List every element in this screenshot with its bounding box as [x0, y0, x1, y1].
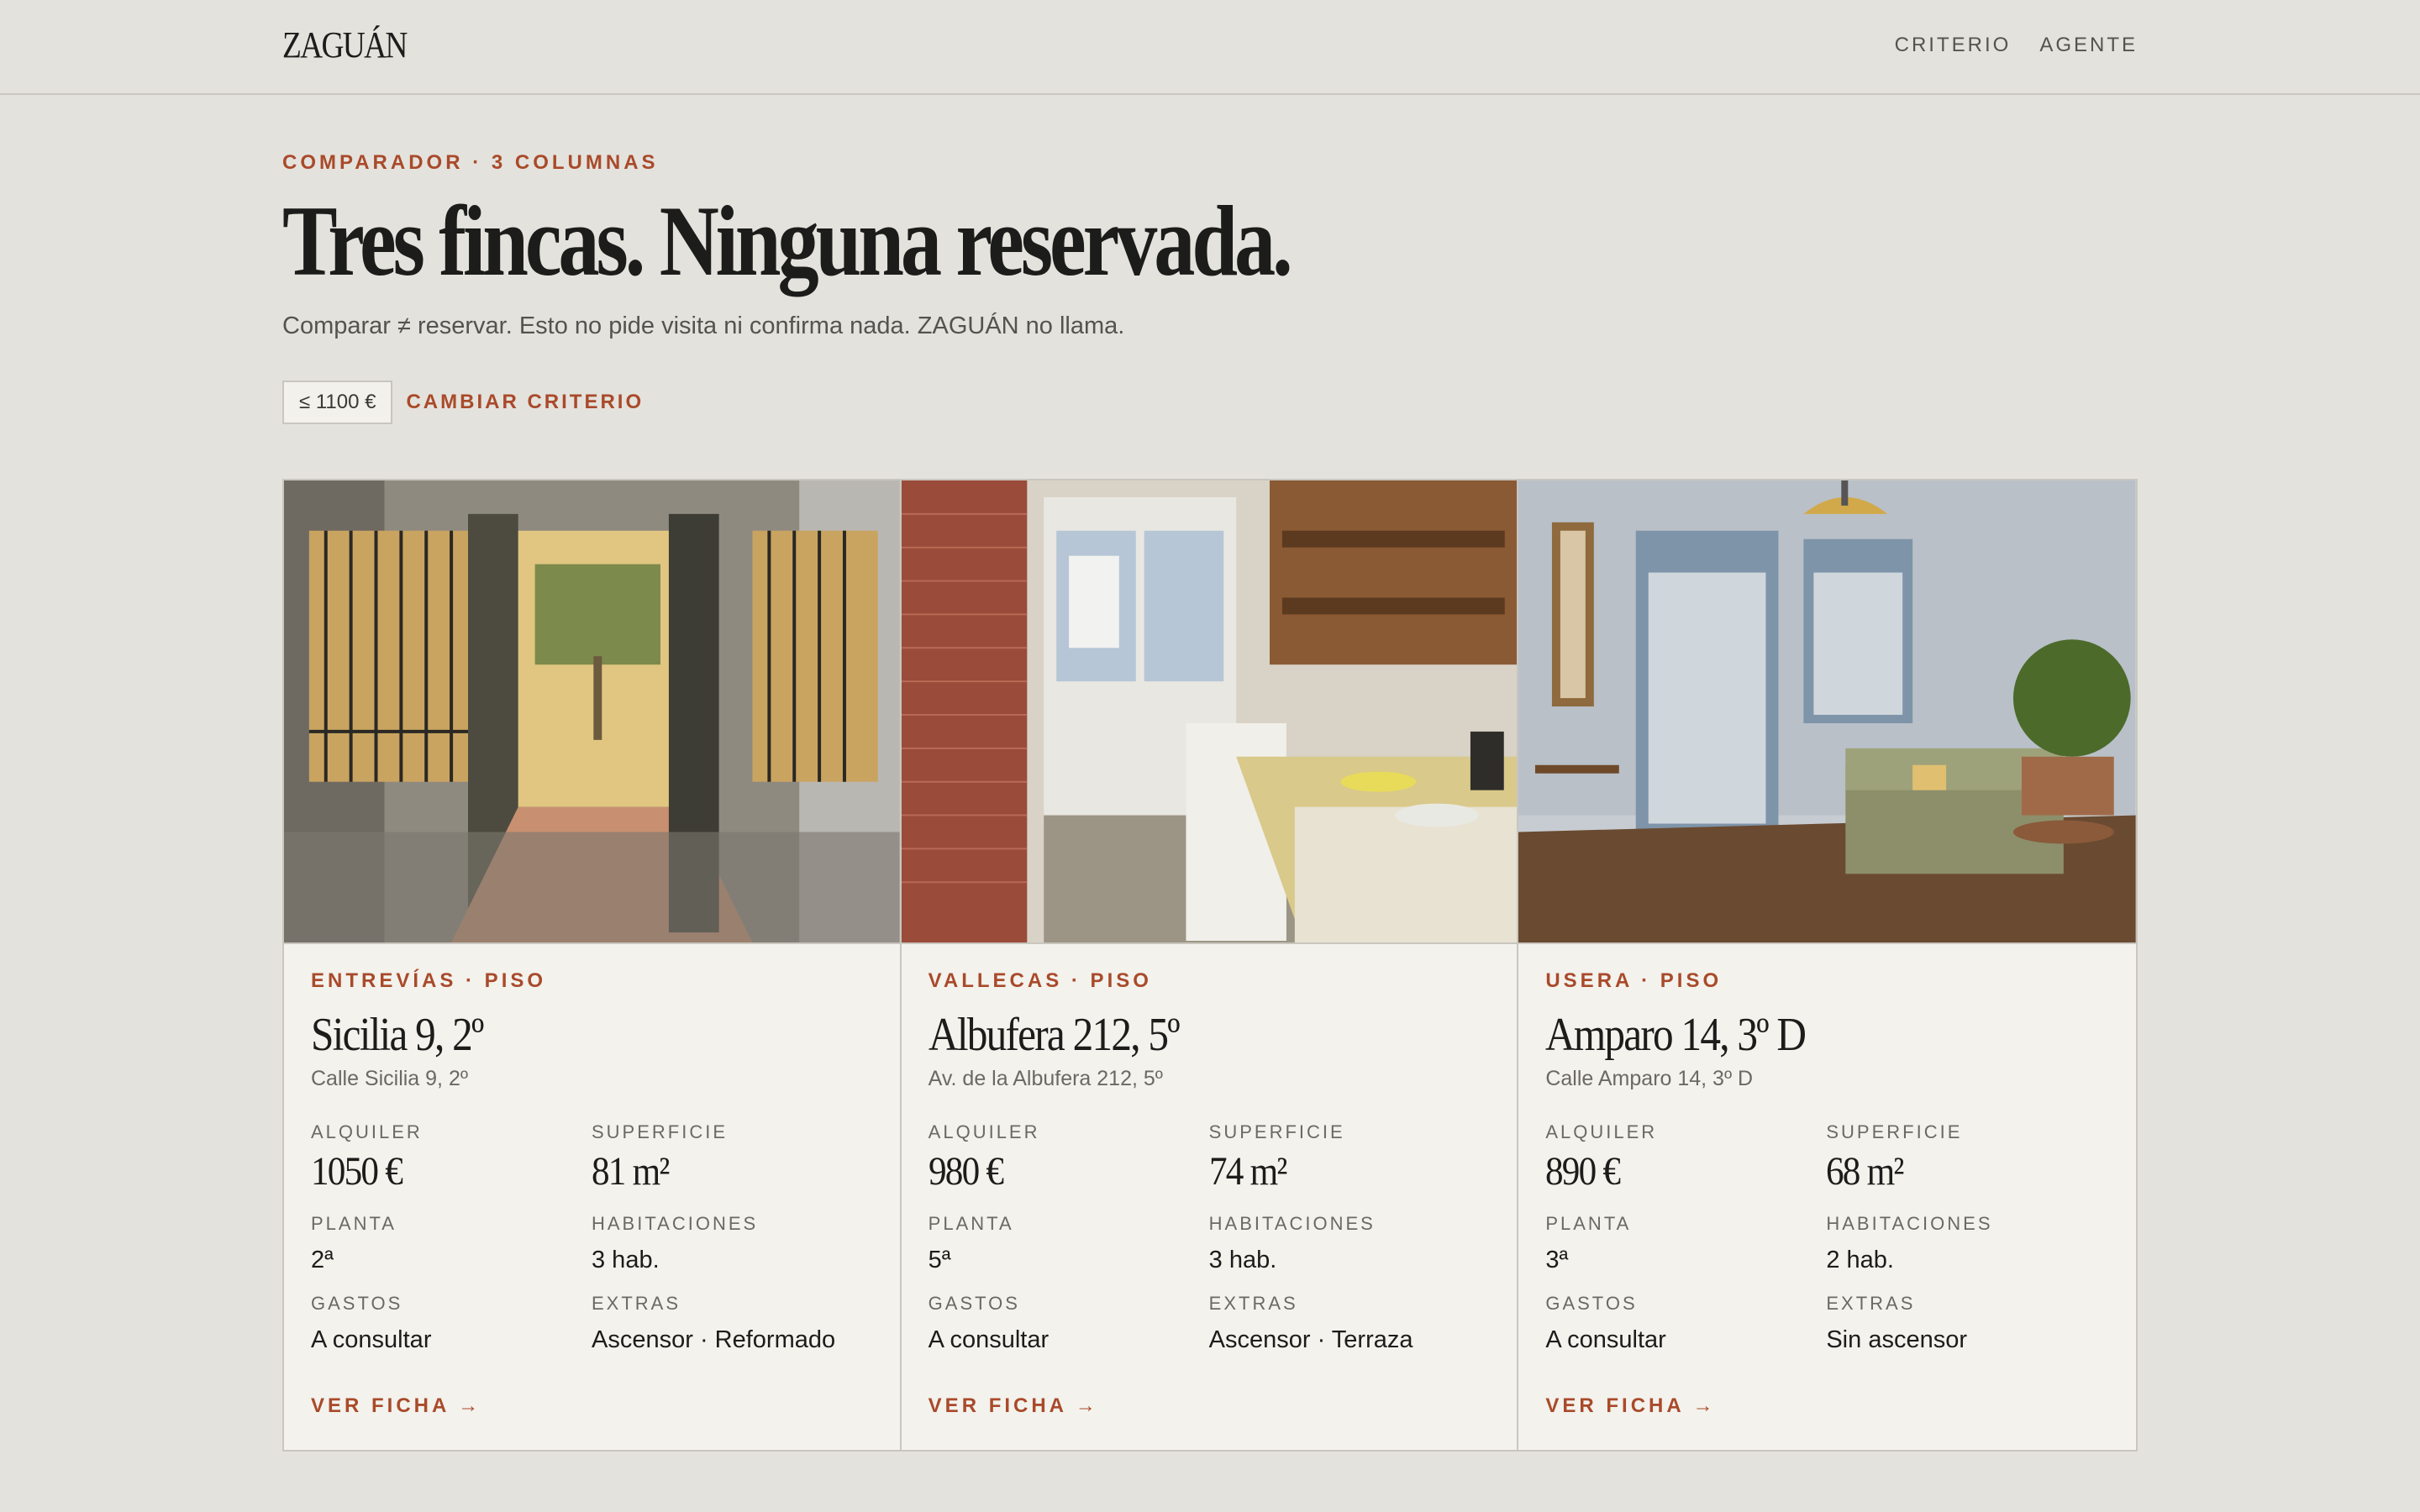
fact-value: 1050 €	[311, 1149, 403, 1194]
card-address: Av. de la Albufera 212, 5º	[928, 1067, 1163, 1090]
fact-value: 2 hab.	[1826, 1247, 1894, 1273]
fact-label: ALQUILER	[1545, 1121, 1658, 1142]
fact-label: GASTOS	[311, 1293, 403, 1314]
fact-surface: SUPERFICIE 74 m²	[1209, 1121, 1490, 1194]
courtyard-doorway-photo	[284, 480, 900, 944]
fact-floor: PLANTA 5ª	[929, 1213, 1209, 1274]
fact-extras: EXTRAS Sin ascensor	[1826, 1293, 2107, 1354]
view-listing-link[interactable]: VER FICHA →	[1545, 1394, 1716, 1418]
card-address: Calle Amparo 14, 3º D	[1545, 1067, 1754, 1090]
page-eyebrow: COMPARADOR · 3 COLUMNAS	[282, 151, 659, 174]
fact-value: 68 m²	[1826, 1149, 1904, 1194]
fact-label: HABITACIONES	[1826, 1213, 1993, 1234]
budget-chip: ≤ 1100 €	[282, 381, 393, 424]
living-room-photo	[1518, 480, 2137, 944]
fact-value: A consultar	[311, 1326, 432, 1353]
card-body: VALLECAS · PISO Albufera 212, 5º Av. de …	[929, 969, 1491, 1354]
comparison-grid: ENTREVÍAS · PISO Sicilia 9, 2º Calle Sic…	[282, 479, 2138, 1452]
fact-value: A consultar	[1545, 1326, 1666, 1353]
fact-fees: GASTOS A consultar	[311, 1293, 592, 1354]
nav-agente[interactable]: AGENTE	[2039, 34, 2138, 57]
fact-value: Ascensor · Reformado	[592, 1326, 836, 1353]
change-criteria-link[interactable]: CAMBIAR CRITERIO	[406, 391, 644, 414]
card-title: Albufera 212, 5º	[928, 1009, 1181, 1061]
view-listing-link[interactable]: VER FICHA →	[929, 1394, 1099, 1418]
card-body: ENTREVÍAS · PISO Sicilia 9, 2º Calle Sic…	[311, 969, 873, 1354]
fact-surface: SUPERFICIE 68 m²	[1826, 1121, 2107, 1194]
fact-label: SUPERFICIE	[1826, 1121, 1963, 1142]
card-area: USERA · PISO	[1545, 969, 1723, 992]
fact-rooms: HABITACIONES 3 hab.	[1209, 1213, 1490, 1274]
fact-label: ALQUILER	[311, 1121, 423, 1142]
fact-label: HABITACIONES	[1208, 1213, 1376, 1234]
property-card: VALLECAS · PISO Albufera 212, 5º Av. de …	[901, 480, 1519, 1450]
property-card: USERA · PISO Amparo 14, 3º D Calle Ampar…	[1518, 480, 2137, 1450]
nav-criterio[interactable]: CRITERIO	[1895, 34, 2012, 57]
view-listing-link[interactable]: VER FICHA →	[311, 1394, 481, 1418]
fact-fees: GASTOS A consultar	[929, 1293, 1209, 1354]
card-address: Calle Sicilia 9, 2º	[311, 1067, 468, 1090]
fact-rooms: HABITACIONES 3 hab.	[592, 1213, 872, 1274]
fact-value: 890 €	[1545, 1149, 1621, 1194]
kitchen-photo	[901, 480, 1518, 944]
fact-label: GASTOS	[1545, 1293, 1638, 1314]
card-area: VALLECAS · PISO	[928, 969, 1152, 992]
fact-label: EXTRAS	[1826, 1293, 1916, 1314]
fact-value: Ascensor · Terraza	[1208, 1326, 1413, 1353]
property-card: ENTREVÍAS · PISO Sicilia 9, 2º Calle Sic…	[284, 480, 902, 1450]
fact-value: 3 hab.	[1208, 1247, 1277, 1273]
fact-value: A consultar	[928, 1326, 1050, 1353]
card-body: USERA · PISO Amparo 14, 3º D Calle Ampar…	[1545, 969, 2109, 1354]
fact-value: 980 €	[928, 1149, 1004, 1194]
fact-label: PLANTA	[1545, 1213, 1632, 1234]
fact-label: PLANTA	[928, 1213, 1014, 1234]
card-facts: ALQUILER 890 € SUPERFICIE 68 m² PLANTA 3…	[1545, 1121, 2109, 1354]
fact-label: SUPERFICIE	[592, 1121, 729, 1142]
fact-floor: PLANTA 2ª	[311, 1213, 592, 1274]
fact-value: 2ª	[311, 1247, 334, 1273]
site-header: ZAGUÁN CRITERIO AGENTE	[0, 0, 2420, 95]
fact-value: Sin ascensor	[1826, 1326, 1967, 1353]
fact-value: 81 m²	[592, 1149, 670, 1194]
fact-floor: PLANTA 3ª	[1545, 1213, 1826, 1274]
fact-value: 3ª	[1545, 1247, 1569, 1273]
card-title: Sicilia 9, 2º	[311, 1009, 484, 1061]
fact-label: PLANTA	[311, 1213, 397, 1234]
fact-label: ALQUILER	[928, 1121, 1040, 1142]
card-title: Amparo 14, 3º D	[1545, 1009, 1807, 1061]
logo[interactable]: ZAGUÁN	[282, 24, 408, 66]
fact-rooms: HABITACIONES 2 hab.	[1826, 1213, 2107, 1274]
fact-value: 5ª	[928, 1247, 951, 1273]
fact-label: HABITACIONES	[592, 1213, 759, 1234]
main-nav: CRITERIO AGENTE	[1895, 34, 2138, 57]
fact-label: SUPERFICIE	[1208, 1121, 1345, 1142]
page-subtitle: Comparar ≠ reservar. Esto no pide visita…	[282, 312, 1125, 339]
criteria-bar: ≤ 1100 € CAMBIAR CRITERIO	[282, 381, 644, 424]
fact-extras: EXTRAS Ascensor · Terraza	[1209, 1293, 1490, 1354]
fact-fees: GASTOS A consultar	[1545, 1293, 1826, 1354]
fact-rent: ALQUILER 980 €	[929, 1121, 1209, 1194]
fact-rent: ALQUILER 890 €	[1545, 1121, 1826, 1194]
fact-label: EXTRAS	[592, 1293, 681, 1314]
card-facts: ALQUILER 980 € SUPERFICIE 74 m² PLANTA 5…	[929, 1121, 1491, 1354]
fact-surface: SUPERFICIE 81 m²	[592, 1121, 872, 1194]
fact-extras: EXTRAS Ascensor · Reformado	[592, 1293, 872, 1354]
card-area: ENTREVÍAS · PISO	[311, 969, 547, 992]
fact-value: 3 hab.	[592, 1247, 660, 1273]
fact-rent: ALQUILER 1050 €	[311, 1121, 592, 1194]
fact-label: EXTRAS	[1208, 1293, 1298, 1314]
fact-label: GASTOS	[928, 1293, 1020, 1314]
page-title: Tres fincas. Ninguna reservada.	[282, 185, 1293, 297]
card-facts: ALQUILER 1050 € SUPERFICIE 81 m² PLANTA …	[311, 1121, 873, 1354]
fact-value: 74 m²	[1208, 1149, 1287, 1194]
